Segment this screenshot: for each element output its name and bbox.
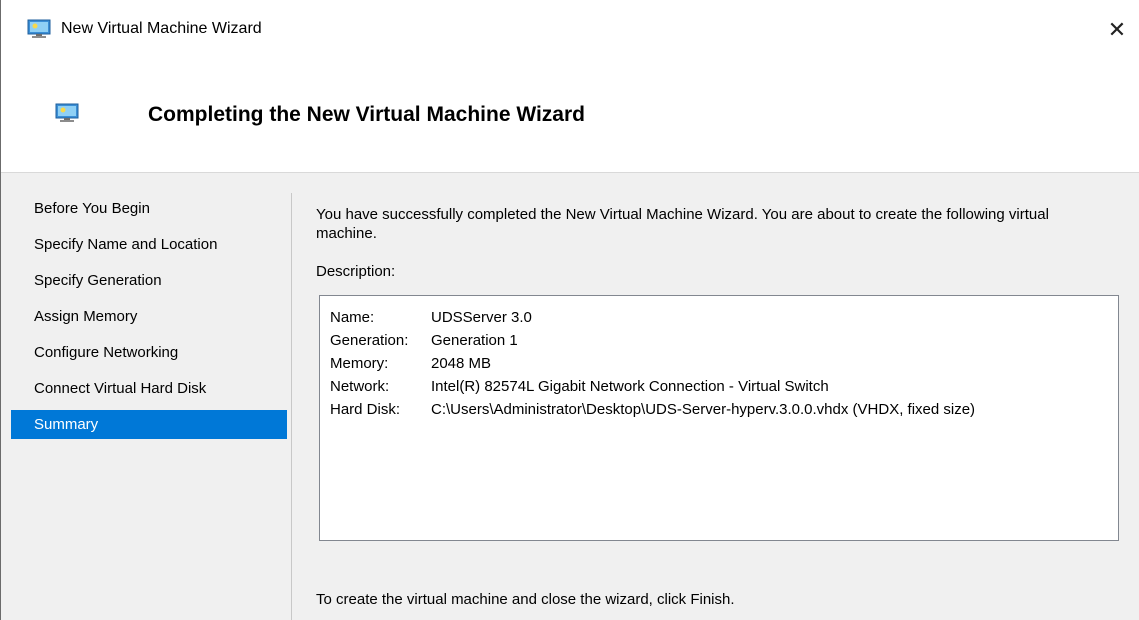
close-icon: ✕: [1107, 17, 1127, 42]
description-key: Generation:: [330, 332, 409, 349]
page-title: Completing the New Virtual Machine Wizar…: [148, 103, 585, 126]
nav-item-before-you-begin[interactable]: Before You Begin: [11, 194, 287, 223]
nav-item-connect-virtual-hard-disk[interactable]: Connect Virtual Hard Disk: [11, 374, 287, 403]
wizard-header: Completing the New Virtual Machine Wizar…: [1, 58, 1139, 173]
description-key: Hard Disk:: [330, 401, 401, 418]
description-value: Generation 1: [431, 332, 518, 349]
description-value: Intel(R) 82574L Gigabit Network Connecti…: [431, 378, 829, 395]
virtual-machine-icon: [55, 103, 79, 122]
window-title: New Virtual Machine Wizard: [61, 20, 262, 37]
nav-item-specify-name-and-location[interactable]: Specify Name and Location: [11, 230, 287, 259]
description-value: UDSServer 3.0: [431, 309, 532, 326]
description-row: Generation: Generation 1: [330, 329, 975, 352]
description-row: Hard Disk: C:\Users\Administrator\Deskto…: [330, 398, 975, 421]
description-table: Name: UDSServer 3.0 Generation: Generati…: [330, 306, 975, 421]
nav-item-specify-generation[interactable]: Specify Generation: [11, 266, 287, 295]
nav-item-assign-memory[interactable]: Assign Memory: [11, 302, 287, 331]
description-row: Memory: 2048 MB: [330, 352, 975, 375]
description-row: Network: Intel(R) 82574L Gigabit Network…: [330, 375, 975, 398]
nav-divider: [291, 193, 292, 620]
nav-item-summary[interactable]: Summary: [11, 410, 287, 439]
description-value: C:\Users\Administrator\Desktop\UDS-Serve…: [431, 401, 976, 418]
description-key: Name:: [330, 309, 375, 326]
nav-item-configure-networking[interactable]: Configure Networking: [11, 338, 287, 367]
title-bar[interactable]: New Virtual Machine Wizard ✕: [1, 0, 1139, 58]
description-key: Network:: [330, 378, 390, 395]
intro-text: You have successfully completed the New …: [316, 206, 1049, 242]
wizard-body: Before You Begin Specify Name and Locati…: [1, 173, 1139, 620]
description-label: Description:: [316, 263, 396, 280]
wizard-window: New Virtual Machine Wizard ✕ Completing …: [0, 0, 1139, 620]
virtual-machine-icon: [27, 19, 51, 38]
finish-instruction: To create the virtual machine and close …: [316, 591, 735, 608]
wizard-steps-nav: Before You Begin Specify Name and Locati…: [11, 194, 287, 446]
close-button[interactable]: ✕: [1094, 8, 1139, 52]
description-key: Memory:: [330, 355, 389, 372]
description-value: 2048 MB: [431, 355, 492, 372]
description-row: Name: UDSServer 3.0: [330, 306, 975, 329]
description-box[interactable]: Name: UDSServer 3.0 Generation: Generati…: [319, 295, 1119, 541]
